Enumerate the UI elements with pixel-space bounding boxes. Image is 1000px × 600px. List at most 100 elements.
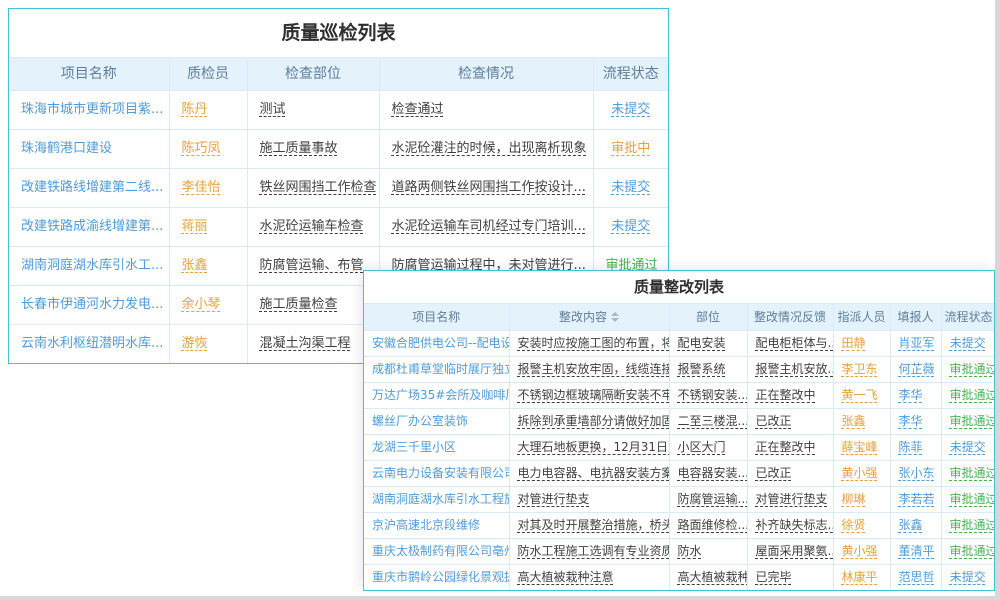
column-label: 整改内容 bbox=[559, 310, 607, 324]
inspection-column-header-0: 项目名称 bbox=[9, 58, 169, 91]
rectification-list-card: 质量整改列表 项目名称整改内容部位整改情况反馈指派人员填报人流程状态 安徽合肥供… bbox=[363, 270, 995, 591]
rectify-feedback: 正在整改中 bbox=[756, 440, 816, 454]
process-status: 审批通过 bbox=[950, 518, 995, 532]
rectification-row: 湖南洞庭湖水库引水工程施工1标对管进行垫支防腐管运输...对管进行垫支柳琳李若若… bbox=[364, 487, 994, 513]
rectify-part: 防腐管运输... bbox=[678, 492, 748, 506]
rectify-part: 小区大门 bbox=[678, 440, 726, 454]
inspection-list-title: 质量巡检列表 bbox=[9, 9, 668, 57]
inspection-column-header-2: 检查部位 bbox=[247, 58, 379, 91]
reporter-name: 陈菲 bbox=[899, 440, 923, 454]
rectification-column-header-4: 指派人员 bbox=[833, 304, 890, 331]
sort-icon[interactable] bbox=[611, 312, 619, 322]
inspection-row: 珠海鹤港口建设陈巧凤施工质量事故水泥砼灌注的时候，出现离析现象审批中 bbox=[9, 130, 668, 169]
rectify-part: 电容器安装... bbox=[678, 466, 748, 480]
reporter-name: 张小东 bbox=[899, 466, 935, 480]
assignee-name: 黄一飞 bbox=[842, 388, 878, 402]
reporter-name: 李若若 bbox=[899, 492, 935, 506]
window-edge-right bbox=[995, 0, 1000, 600]
reporter-name: 范思哲 bbox=[899, 570, 935, 584]
inspection-situation: 水泥砼运输车司机经过专门培训... bbox=[392, 219, 586, 234]
rectify-feedback: 配电柜柜体与... bbox=[756, 336, 834, 350]
project-name-link[interactable]: 湖南洞庭湖水库引水工程施工1标 bbox=[372, 492, 509, 506]
column-label: 整改情况反馈 bbox=[754, 310, 826, 324]
project-name-link[interactable]: 重庆市鹅岭公园绿化景观提升... bbox=[372, 570, 509, 584]
rectify-content: 防水工程施工选调有专业资质... bbox=[518, 544, 670, 558]
process-status: 审批通过 bbox=[950, 466, 995, 480]
rectify-content: 高大植被栽种注意 bbox=[518, 570, 614, 584]
process-status: 审批通过 bbox=[950, 414, 995, 428]
rectify-content: 报警主机安放牢固，线缆连接... bbox=[518, 362, 670, 376]
inspector-name: 张鑫 bbox=[182, 258, 208, 273]
project-name-link[interactable]: 重庆太极制药有限公司亳州中... bbox=[372, 544, 509, 558]
process-status: 审批通过 bbox=[950, 388, 995, 402]
inspection-situation: 检查通过 bbox=[392, 102, 444, 117]
inspection-row: 改建铁路成渝线增建第...蒋丽水泥砼运输车检查水泥砼运输车司机经过专门培训...… bbox=[9, 208, 668, 247]
rectify-feedback: 报警主机安放... bbox=[756, 362, 834, 376]
window-edge-bottom bbox=[0, 596, 1000, 600]
rectify-content: 安装时应按施工图的布置，将... bbox=[518, 336, 670, 350]
rectification-row: 龙湖三千里小区大理石地板更换，12月31日之...小区大门正在整改中薛宝峰陈菲未… bbox=[364, 435, 994, 461]
column-label: 部位 bbox=[696, 310, 720, 324]
rectify-content: 拆除到承重墙部分请做好加固... bbox=[518, 414, 670, 428]
column-label: 填报人 bbox=[897, 310, 933, 324]
rectification-column-header-6: 流程状态 bbox=[941, 304, 994, 331]
project-name-link[interactable]: 云南水利枢纽潜明水库... bbox=[21, 336, 163, 351]
rectification-column-header-5: 填报人 bbox=[890, 304, 941, 331]
rectify-feedback: 已改正 bbox=[756, 466, 792, 480]
project-name-link[interactable]: 湖南洞庭湖水库引水工... bbox=[21, 258, 163, 273]
rectification-row: 重庆市鹅岭公园绿化景观提升...高大植被栽种注意高大植被栽种已完毕林康平范思哲未… bbox=[364, 565, 994, 591]
process-status: 未提交 bbox=[950, 336, 986, 350]
project-name-link[interactable]: 成都杜甫草堂临时展厅独立展... bbox=[372, 362, 509, 376]
rectification-column-header-3: 整改情况反馈 bbox=[747, 304, 833, 331]
rectify-content: 大理石地板更换，12月31日之... bbox=[518, 440, 670, 454]
inspection-row: 改建铁路线增建第二线...李佳怡铁丝网围挡工作检查道路两侧铁丝网围挡工作按设计.… bbox=[9, 169, 668, 208]
rectification-row: 云南电力设备安装有限公司20... 电力电容器、电抗器安装方案... 电容器安装..… bbox=[364, 461, 994, 487]
project-name-link[interactable]: 长春市伊通河水力发电... bbox=[21, 297, 163, 312]
assignee-name: 薛宝峰 bbox=[842, 440, 878, 454]
project-name-link[interactable]: 云南电力设备安装有限公司20... bbox=[372, 466, 509, 480]
project-name-link[interactable]: 珠海鹤港口建设 bbox=[21, 141, 112, 156]
reporter-name: 董清平 bbox=[899, 544, 935, 558]
column-label: 检查情况 bbox=[458, 66, 514, 82]
reporter-name: 张鑫 bbox=[899, 518, 923, 532]
inspector-name: 陈巧凤 bbox=[182, 141, 221, 156]
project-name-link[interactable]: 京沪高速北京段维修 bbox=[372, 518, 480, 532]
rectification-table: 项目名称 整改内容 部位 整改情况反馈指派人员填报人流程状态 安徽合肥供电公司--配电… bbox=[364, 303, 994, 590]
project-name-link[interactable]: 万达广场35#会所及咖啡厅空... bbox=[372, 388, 509, 402]
project-name-link[interactable]: 改建铁路成渝线增建第... bbox=[21, 219, 163, 234]
process-status: 未提交 bbox=[611, 102, 650, 117]
rectify-content: 电力电容器、电抗器安装方案... bbox=[518, 466, 670, 480]
process-status: 审批中 bbox=[611, 141, 650, 156]
reporter-name: 李华 bbox=[899, 414, 923, 428]
column-label: 指派人员 bbox=[837, 310, 885, 324]
rectify-feedback: 对管进行垫支 bbox=[756, 492, 828, 506]
rectification-row: 螺丝厂办公室装饰拆除到承重墙部分请做好加固...二至三楼混...已改正张鑫李华审… bbox=[364, 409, 994, 435]
rectification-row: 成都杜甫草堂临时展厅独立展... 报警主机安放牢固，线缆连接... 报警系统 报警主机… bbox=[364, 357, 994, 383]
rectify-part: 高大植被栽种 bbox=[678, 570, 748, 584]
process-status: 未提交 bbox=[611, 219, 650, 234]
inspection-situation: 水泥砼灌注的时候，出现离析现象 bbox=[392, 141, 587, 156]
reporter-name: 李华 bbox=[899, 388, 923, 402]
column-label: 流程状态 bbox=[945, 310, 993, 324]
inspection-part: 施工质量检查 bbox=[260, 297, 338, 312]
rectify-feedback: 已完毕 bbox=[756, 570, 792, 584]
rectify-part: 报警系统 bbox=[678, 362, 726, 376]
project-name-link[interactable]: 螺丝厂办公室装饰 bbox=[372, 414, 468, 428]
assignee-name: 徐贤 bbox=[842, 518, 866, 532]
project-name-link[interactable]: 珠海市城市更新项目紫... bbox=[21, 102, 163, 117]
assignee-name: 柳琳 bbox=[842, 492, 866, 506]
project-name-link[interactable]: 龙湖三千里小区 bbox=[372, 440, 456, 454]
rectification-column-header-0: 项目名称 bbox=[364, 304, 509, 331]
inspector-name: 陈丹 bbox=[182, 102, 208, 117]
inspection-header-row: 项目名称质检员检查部位检查情况流程状态 bbox=[9, 58, 668, 91]
project-name-link[interactable]: 安徽合肥供电公司--配电设备... bbox=[372, 336, 509, 350]
process-status: 审批通过 bbox=[950, 492, 995, 506]
column-label: 检查部位 bbox=[285, 66, 341, 82]
inspection-part: 混凝土沟渠工程 bbox=[260, 336, 351, 351]
rectify-feedback: 正在整改中 bbox=[756, 388, 816, 402]
column-label: 项目名称 bbox=[61, 66, 117, 82]
assignee-name: 黄小强 bbox=[842, 544, 878, 558]
inspection-row: 珠海市城市更新项目紫...陈丹测试检查通过未提交 bbox=[9, 91, 668, 130]
inspection-part: 防腐管运输、布管 bbox=[260, 258, 364, 273]
project-name-link[interactable]: 改建铁路线增建第二线... bbox=[21, 180, 163, 195]
